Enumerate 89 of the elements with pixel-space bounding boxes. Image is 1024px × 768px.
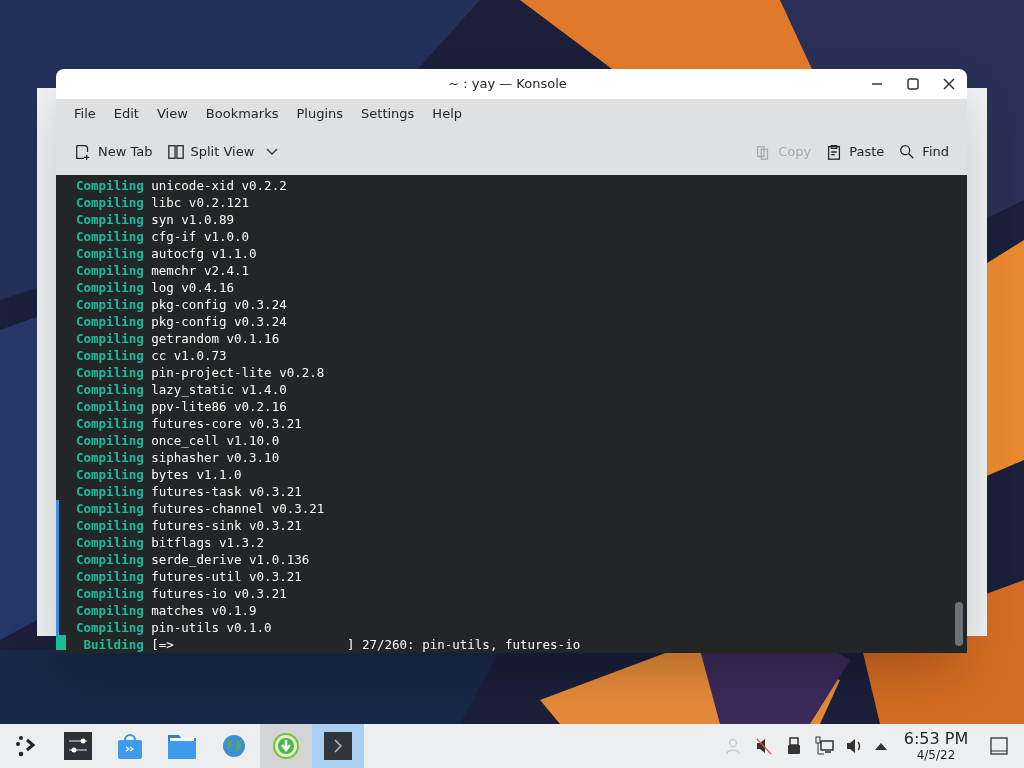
terminal-line: futures-channel v0.3.21 <box>151 500 325 517</box>
split-view-icon <box>166 143 185 161</box>
status-word: Compiling <box>76 415 144 432</box>
status-word: Compiling <box>76 449 144 466</box>
terminal-line: unicode-xid v0.2.2 <box>151 177 287 194</box>
network-icon[interactable] <box>814 736 834 756</box>
status-word: Compiling <box>76 262 144 279</box>
terminal-line: bytes v1.1.0 <box>151 466 242 483</box>
task-button[interactable] <box>312 724 364 768</box>
new-tab-icon <box>74 143 92 161</box>
status-word: Compiling <box>76 296 144 313</box>
dropdown-caret-icon <box>266 148 279 156</box>
sliders-icon <box>64 732 92 760</box>
terminal-line: ppv-lite86 v0.2.16 <box>151 398 287 415</box>
menu-item[interactable]: Bookmarks <box>197 104 287 124</box>
status-word: Compiling <box>76 398 144 415</box>
close-icon[interactable] <box>941 76 957 92</box>
status-word: Compiling <box>76 432 144 449</box>
terminal-line: autocfg v1.1.0 <box>151 245 257 262</box>
status-word: Compiling <box>76 619 144 636</box>
status-word: Compiling <box>76 194 144 211</box>
shopping-bag-icon <box>117 732 143 760</box>
toolbar-button[interactable]: Find <box>894 138 953 166</box>
maximize-icon[interactable] <box>905 76 921 92</box>
muted-speaker-icon[interactable] <box>754 736 774 756</box>
terminal-line: serde_derive v1.0.136 <box>151 551 310 568</box>
globe-icon <box>221 733 247 759</box>
terminal-line: log v0.4.16 <box>151 279 235 296</box>
menu-item[interactable]: Edit <box>105 104 147 124</box>
terminal-line: getrandom v0.1.16 <box>151 330 280 347</box>
terminal-line: once_cell v1.10.0 <box>151 432 280 449</box>
status-word: Compiling <box>76 330 144 347</box>
status-word: Compiling <box>76 483 144 500</box>
download-icon <box>272 732 300 760</box>
terminal-line: [=> ] 27/260: pin-utils, futures-io <box>151 636 581 653</box>
clock-date[interactable]: 4/5/22 <box>916 748 956 762</box>
toolbar-button[interactable]: Split View <box>162 138 283 166</box>
terminal-line: futures-sink v0.3.21 <box>151 517 302 534</box>
terminal-line: pkg-config v0.3.24 <box>151 296 287 313</box>
status-word: Compiling <box>76 347 144 364</box>
status-word: Compiling <box>76 585 144 602</box>
menu-item[interactable]: View <box>148 104 196 124</box>
terminal-line: cc v1.0.73 <box>151 347 227 364</box>
terminal-icon <box>324 732 352 760</box>
window-title: ~ : yay — Konsole <box>447 75 568 94</box>
terminal-line: lazy_static v1.4.0 <box>151 381 287 398</box>
menu-item[interactable]: Plugins <box>288 104 352 124</box>
toolbar-button[interactable]: Paste <box>821 138 889 166</box>
terminal-line: pin-project-lite v0.2.8 <box>151 364 325 381</box>
terminal-line: futures-io v0.3.21 <box>151 585 287 602</box>
expand-arrow-icon[interactable] <box>874 741 888 751</box>
terminal-line: matches v0.1.9 <box>151 602 257 619</box>
status-word: Compiling <box>76 177 144 194</box>
clock-time[interactable]: 6:53 PM <box>903 730 969 748</box>
terminal-line: memchr v2.4.1 <box>151 262 250 279</box>
toolbar-button[interactable]: New Tab <box>70 138 157 166</box>
terminal-line: siphasher v0.3.10 <box>151 449 280 466</box>
terminal-line: libc v0.2.121 <box>151 194 250 211</box>
status-word: Compiling <box>76 534 144 551</box>
terminal-line: bitflags v1.3.2 <box>151 534 265 551</box>
status-word: Compiling <box>76 228 144 245</box>
terminal-line: syn v1.0.89 <box>151 211 235 228</box>
status-word: Compiling <box>76 381 144 398</box>
status-word: Compiling <box>76 568 144 585</box>
status-word: Compiling <box>76 500 144 517</box>
scrollbar-handle[interactable] <box>955 602 963 646</box>
folder-icon <box>167 732 197 760</box>
terminal-line: futures-core v0.3.21 <box>151 415 302 432</box>
status-word: Compiling <box>76 466 144 483</box>
status-word: Compiling <box>76 211 144 228</box>
cursor-block <box>56 635 66 650</box>
status-word: Building <box>82 636 144 653</box>
terminal-line: cfg-if v1.0.0 <box>151 228 250 245</box>
terminal[interactable] <box>56 175 967 653</box>
terminal-line: pin-utils v0.1.0 <box>151 619 272 636</box>
status-word: Compiling <box>76 517 144 534</box>
status-word: Compiling <box>76 364 144 381</box>
status-word: Compiling <box>76 313 144 330</box>
menu-item[interactable]: File <box>66 104 104 124</box>
menu-item[interactable]: Settings <box>353 104 423 124</box>
terminal-line: pkg-config v0.3.24 <box>151 313 287 330</box>
status-word: Compiling <box>76 245 144 262</box>
terminal-line: futures-task v0.3.21 <box>151 483 302 500</box>
status-word: Compiling <box>76 602 144 619</box>
menu-item[interactable]: Help <box>424 104 470 124</box>
show-desktop-icon[interactable] <box>990 737 1008 755</box>
status-word: Compiling <box>76 551 144 568</box>
status-word: Compiling <box>76 279 144 296</box>
terminal-line: futures-util v0.3.21 <box>151 568 302 585</box>
